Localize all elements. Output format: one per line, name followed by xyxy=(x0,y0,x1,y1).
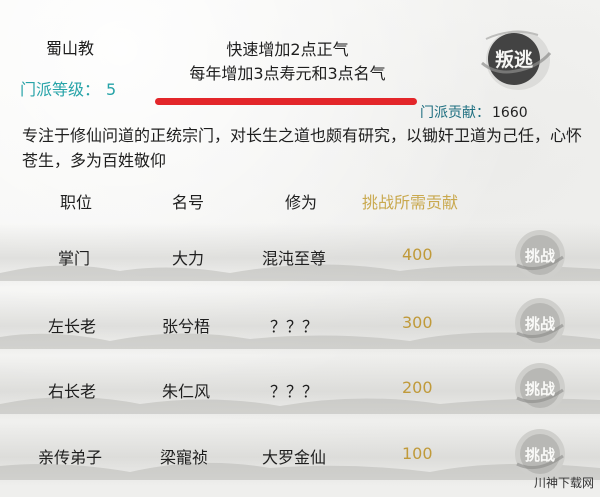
row-cost: 400 xyxy=(402,245,433,264)
rank-row: 亲传弟子 梁寵祯 大罗金仙 100 挑战 xyxy=(0,422,600,486)
sect-level-value: 5 xyxy=(106,80,117,99)
row-cultivation: ？？？ xyxy=(270,382,319,401)
sect-bonus-notice: 快速增加2点正气 每年增加3点寿元和3点名气 xyxy=(160,38,415,86)
challenge-button-label: 挑战 xyxy=(525,446,555,464)
challenge-button[interactable]: 挑战 xyxy=(511,227,569,283)
sect-description: 专注于修仙问道的正统宗门，对长生之道也颇有研究，以锄奸卫道为己任，心怀苍生，多为… xyxy=(22,126,583,170)
notice-line-1: 快速增加2点正气 xyxy=(226,40,349,59)
sect-level: 门派等级： 5 xyxy=(20,76,116,100)
defect-button[interactable]: 叛逃 xyxy=(476,23,554,95)
row-position: 掌门 xyxy=(58,249,91,268)
row-name: 张兮梧 xyxy=(162,317,211,336)
header-cultivation: 修为 xyxy=(285,193,318,212)
challenge-button[interactable]: 挑战 xyxy=(511,360,569,416)
row-name: 梁寵祯 xyxy=(160,448,209,467)
row-cultivation: ？？？ xyxy=(270,317,319,336)
rank-row: 右长老 朱仁风 ？？？ 200 挑战 xyxy=(0,356,600,420)
notice-line-2: 每年增加3点寿元和3点名气 xyxy=(189,64,386,83)
sect-name: 蜀山教 xyxy=(46,39,95,58)
row-position: 左长老 xyxy=(48,317,97,336)
sect-contribution: 门派贡献： 1660 xyxy=(420,102,528,122)
row-cost: 100 xyxy=(402,444,433,463)
row-cultivation: 混沌至尊 xyxy=(262,249,327,268)
header-position: 职位 xyxy=(60,193,93,212)
contribution-label: 门派贡献： xyxy=(420,105,490,121)
site-watermark: 川神下载网 xyxy=(534,476,595,490)
contribution-value: 1660 xyxy=(492,105,528,121)
row-name: 朱仁风 xyxy=(162,382,211,401)
challenge-button[interactable]: 挑战 xyxy=(511,295,569,351)
rank-row: 掌门 大力 混沌至尊 400 挑战 xyxy=(0,223,600,287)
ranks-table-header: 职位 名号 修为 挑战所需贡献 xyxy=(0,189,600,213)
challenge-button-label: 挑战 xyxy=(525,380,555,398)
row-cost: 300 xyxy=(402,313,433,332)
row-name: 大力 xyxy=(172,249,205,268)
sect-level-label: 门派等级： xyxy=(20,80,101,99)
challenge-button-label: 挑战 xyxy=(525,315,555,333)
row-cost: 200 xyxy=(402,378,433,397)
defect-button-label: 叛逃 xyxy=(495,48,534,71)
challenge-button-label: 挑战 xyxy=(525,247,555,265)
header-name: 名号 xyxy=(172,193,205,212)
notice-underline-bar xyxy=(155,98,417,105)
header-challenge-cost: 挑战所需贡献 xyxy=(362,193,459,212)
rank-row: 左长老 张兮梧 ？？？ 300 挑战 xyxy=(0,291,600,355)
row-cultivation: 大罗金仙 xyxy=(262,448,327,467)
row-position: 右长老 xyxy=(48,382,97,401)
row-position: 亲传弟子 xyxy=(38,448,103,467)
